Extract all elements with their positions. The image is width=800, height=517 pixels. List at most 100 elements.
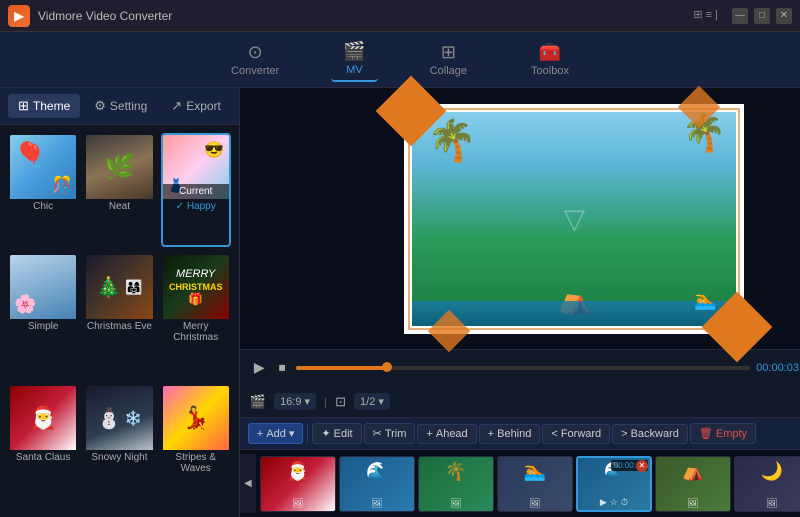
forward-icon: < — [551, 428, 557, 440]
theme-happy-label: ✓ Happy — [163, 199, 229, 215]
film-icons-3: 🖼 — [419, 498, 493, 509]
theme-chic[interactable]: 🎈 🎊 Chic — [8, 133, 78, 247]
video-controls: ▶ ⏹ 00:00:03.10/00:00:50.00 🔊 — [240, 349, 800, 385]
film-icons-7: 🖼 — [735, 498, 800, 509]
tab-export[interactable]: ↗ Export — [161, 94, 231, 118]
tab-mv[interactable]: 🎬 MV — [331, 37, 377, 82]
backward-label: Backward — [631, 428, 679, 440]
add-button[interactable]: + Add ▾ — [248, 423, 304, 444]
theme-neat-thumb: 🌿 — [86, 135, 152, 199]
left-panel-tabs: ⊞ Theme ⚙ Setting ↗ Export — [0, 88, 239, 125]
film-icon-img-6: 🖼 — [687, 498, 698, 509]
forward-label: Forward — [561, 428, 601, 440]
tab-theme[interactable]: ⊞ Theme — [8, 94, 80, 118]
collage-label: Collage — [430, 65, 467, 77]
theme-santa-thumb: 🎅 — [10, 386, 76, 450]
film-item-5[interactable]: 🌊 00:00:05 ✕ ▶ ☆ ⏱ — [576, 456, 652, 512]
theme-icon: ⊞ — [18, 98, 29, 114]
film-item-6[interactable]: ⛺ 🖼 — [655, 456, 731, 512]
theme-chic-label: Chic — [10, 199, 76, 215]
nav-tabs: ⊙ Converter 🎬 MV ⊞ Collage 🧰 Toolbox — [0, 32, 800, 88]
edit-button[interactable]: ✦ Edit — [312, 423, 361, 444]
empty-button[interactable]: 🗑 Empty — [690, 423, 756, 444]
video-icon: 🎬 — [250, 394, 266, 410]
trim-button[interactable]: ✂ Trim — [364, 423, 416, 444]
play-button[interactable]: ▶ — [250, 357, 269, 378]
export-icon: ↗ — [171, 98, 182, 114]
edit-icon: ✦ — [321, 427, 330, 440]
theme-chic-thumb: 🎈 🎊 — [10, 135, 76, 199]
film-icons-1: 🖼 — [261, 498, 335, 509]
theme-happy-thumb: 😎 👗 Current — [163, 135, 229, 199]
ahead-icon: + — [426, 428, 432, 440]
aspect-label: 16:9 — [280, 396, 301, 408]
theme-christmas-label: Christmas Eve — [86, 319, 152, 335]
film-nav-left[interactable]: ◀ — [240, 454, 256, 513]
theme-neat[interactable]: 🌿 Neat — [84, 133, 154, 247]
close-button[interactable]: ✕ — [776, 8, 792, 24]
film-item-4[interactable]: 🏊 🖼 — [497, 456, 573, 512]
theme-merry-christmas[interactable]: MERRY CHRISTMAS 🎁 Merry Christmas — [161, 253, 231, 378]
film-icon-img-1: 🖼 — [292, 498, 303, 509]
window-icons: ⊞ ≡ | — [693, 8, 718, 24]
converter-label: Converter — [231, 65, 279, 77]
edit-label: Edit — [334, 428, 353, 440]
theme-snowy-label: Snowy Night — [86, 450, 152, 466]
toolbox-label: Toolbox — [531, 65, 569, 77]
empty-icon: 🗑 — [699, 427, 713, 440]
film-icons-6: 🖼 — [656, 498, 730, 509]
theme-stripes-waves[interactable]: 💃 Stripes & Waves — [161, 384, 231, 509]
theme-christmas-eve[interactable]: 🎄 👨‍👩‍👧 Christmas Eve — [84, 253, 154, 378]
backward-icon: > — [621, 428, 627, 440]
setting-label: Setting — [110, 99, 147, 113]
quality-icon: ⊡ — [335, 394, 346, 410]
converter-icon: ⊙ — [248, 42, 263, 63]
tab-toolbox[interactable]: 🧰 Toolbox — [519, 38, 581, 81]
collage-icon: ⊞ — [441, 42, 456, 63]
forward-button[interactable]: < Forward — [542, 424, 610, 444]
theme-happy[interactable]: 😎 👗 Current ✓ Happy — [161, 133, 231, 247]
current-label: Current — [163, 184, 229, 199]
theme-snowy-night[interactable]: ⛄ ❄️ Snowy Night — [84, 384, 154, 509]
mv-icon: 🎬 — [343, 41, 365, 62]
left-panel: ⊞ Theme ⚙ Setting ↗ Export 🎈 🎊 Chic — [0, 88, 240, 517]
film-item-2[interactable]: 🌊 🖼 — [339, 456, 415, 512]
behind-icon: + — [488, 428, 494, 440]
person1: 🏊 — [694, 290, 716, 311]
progress-fill — [296, 366, 387, 370]
tab-collage[interactable]: ⊞ Collage — [418, 38, 479, 81]
ahead-label: Ahead — [436, 428, 468, 440]
controls-row2: 🎬 16:9 ▾ | ⊡ 1/2 ▾ Export — [240, 385, 800, 417]
film-strip: ◀ 🎅 🖼 🌊 🖼 — [240, 449, 800, 517]
theme-simple-thumb: 🌸 — [10, 255, 76, 319]
tab-setting[interactable]: ⚙ Setting — [84, 94, 157, 118]
film-item-3[interactable]: 🌴 🖼 — [418, 456, 494, 512]
behind-button[interactable]: + Behind — [479, 424, 541, 444]
film-item-1[interactable]: 🎅 🖼 — [260, 456, 336, 512]
tab-converter[interactable]: ⊙ Converter — [219, 38, 291, 81]
film-icons-2: 🖼 — [340, 498, 414, 509]
app-title: Vidmore Video Converter — [38, 9, 693, 23]
video-preview: 🌴 🌴 ⛺ 🏊 ▽ — [240, 88, 800, 349]
theme-neat-label: Neat — [86, 199, 152, 215]
film-close-5[interactable]: ✕ — [636, 460, 648, 472]
ahead-button[interactable]: + Ahead — [417, 424, 476, 444]
film-icons-5: ▶ ☆ ⏱ — [578, 497, 650, 508]
theme-snowy-thumb: ⛄ ❄️ — [86, 386, 152, 450]
theme-christmas-thumb: 🎄 👨‍👩‍👧 — [86, 255, 152, 319]
theme-santa-claus[interactable]: 🎅 Santa Claus — [8, 384, 78, 509]
aspect-selector[interactable]: 16:9 ▾ — [274, 393, 316, 410]
add-chevron: ▾ — [289, 427, 295, 440]
backward-button[interactable]: > Backward — [612, 424, 688, 444]
aspect-chevron: ▾ — [304, 395, 310, 408]
minimize-button[interactable]: — — [732, 8, 748, 24]
quality-selector[interactable]: 1/2 ▾ — [354, 393, 390, 410]
bottom-toolbar: + Add ▾ ✦ Edit ✂ Trim + Ahead + Behind — [240, 417, 800, 449]
film-item-7[interactable]: 🌙 🖼 — [734, 456, 800, 512]
theme-santa-label: Santa Claus — [10, 450, 76, 466]
divider1 — [307, 424, 308, 444]
stop-button[interactable]: ⏹ — [275, 357, 290, 378]
theme-simple[interactable]: 🌸 Simple — [8, 253, 78, 378]
progress-bar[interactable] — [296, 366, 751, 370]
maximize-button[interactable]: □ — [754, 8, 770, 24]
